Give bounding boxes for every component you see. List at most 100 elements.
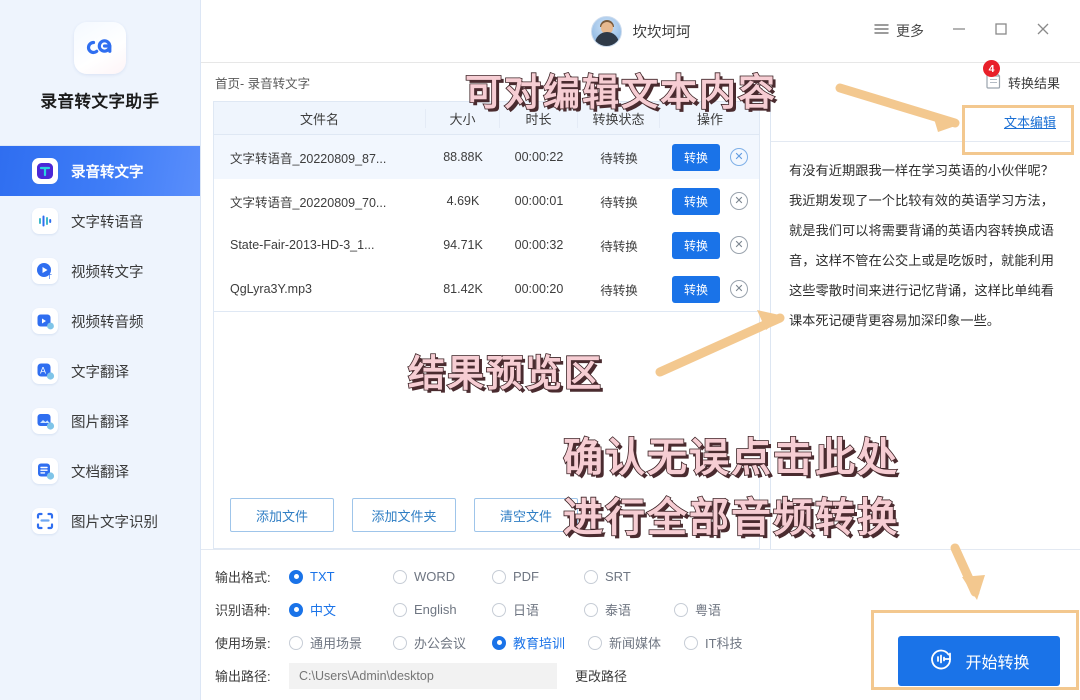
output-format-row: 输出格式: TXT WORD PDF SRT xyxy=(215,560,1080,593)
circle-close-icon[interactable]: ✕ xyxy=(730,236,748,254)
text-edit-link[interactable]: 文本编辑 xyxy=(1004,112,1056,131)
cell-size: 94.71K xyxy=(443,238,483,252)
table-row[interactable]: 文字转语音_20220809_87... 88.88K 00:00:22 待转换… xyxy=(214,135,759,179)
table-header-row: 文件名 大小 时长 转换状态 操作 xyxy=(214,102,759,135)
radio-language-cantonese[interactable]: 粤语 xyxy=(674,600,721,619)
file-action-bar: 添加文件 添加文件夹 清空文件 xyxy=(213,484,760,549)
radio-icon xyxy=(684,635,698,650)
radio-language-english[interactable]: English xyxy=(393,602,492,617)
add-folder-button[interactable]: 添加文件夹 xyxy=(352,498,456,532)
table-row[interactable]: 文字转语音_20220809_70... 4.69K 00:00:01 待转换 … xyxy=(214,179,759,223)
scene-label: 使用场景: xyxy=(215,636,271,651)
more-menu-label: 更多 xyxy=(896,23,924,39)
radio-format-txt[interactable]: TXT xyxy=(289,569,393,584)
cell-status: 待转换 xyxy=(600,195,638,210)
language-label: 识别语种: xyxy=(215,603,271,618)
cell-action: 转换 ✕ xyxy=(660,143,760,171)
convert-button[interactable]: 转换 xyxy=(671,187,720,215)
radio-scene-news[interactable]: 新闻媒体 xyxy=(588,633,684,652)
cell-status: 待转换 xyxy=(600,151,638,166)
radio-label: 通用场景 xyxy=(310,636,363,651)
username-label: 坎坎坷坷 xyxy=(632,24,691,41)
add-file-button[interactable]: 添加文件 xyxy=(230,498,334,532)
start-button-wrap: 开始转换 xyxy=(898,636,1060,686)
convert-circle-icon xyxy=(928,646,954,677)
output-path-input[interactable] xyxy=(289,662,557,689)
table-body: 文字转语音_20220809_87... 88.88K 00:00:22 待转换… xyxy=(214,135,759,312)
radio-icon xyxy=(492,569,506,584)
app-window: 录音转文字助手 录音转文字 文字转语音 T 视频转文字 视频转音频 A 文字翻译… xyxy=(0,0,1080,700)
radio-icon xyxy=(588,635,602,650)
sidebar-item-text-translate[interactable]: A 文字翻译 xyxy=(0,346,200,396)
change-path-link[interactable]: 更改路径 xyxy=(575,666,627,685)
video-audio-icon xyxy=(32,308,58,334)
sidebar-item-label: 图片翻译 xyxy=(71,414,129,431)
user-block[interactable]: 坎坎坷坷 xyxy=(590,15,691,47)
radio-scene-general[interactable]: 通用场景 xyxy=(289,633,393,652)
radio-scene-office[interactable]: 办公会议 xyxy=(393,633,492,652)
output-path-label: 输出路径: xyxy=(215,669,271,684)
radio-language-thai[interactable]: 泰语 xyxy=(584,600,674,619)
radio-label: PDF xyxy=(513,569,539,584)
circle-close-icon[interactable]: ✕ xyxy=(730,148,748,166)
conversion-result-button[interactable]: 4 转换结果 xyxy=(982,60,1066,94)
svg-text:T: T xyxy=(48,274,53,281)
breadcrumb: 首页- 录音转文字 xyxy=(215,76,311,91)
table-row[interactable]: QgLyra3Y.mp3 81.42K 00:00:20 待转换 转换 ✕ xyxy=(214,267,759,311)
app-logo-icon xyxy=(74,22,126,74)
sidebar-item-label: 视频转文字 xyxy=(71,264,144,281)
sidebar-item-label: 文档翻译 xyxy=(71,464,129,481)
more-menu-button[interactable]: 更多 xyxy=(860,14,938,48)
app-brand: 录音转文字助手 xyxy=(0,0,200,146)
close-button[interactable] xyxy=(1022,14,1064,48)
radio-label: 新闻媒体 xyxy=(609,636,662,651)
convert-button[interactable]: 转换 xyxy=(671,143,720,171)
minimize-button[interactable] xyxy=(938,14,980,48)
radio-format-srt[interactable]: SRT xyxy=(584,569,631,584)
preview-toolbar: 文本编辑 xyxy=(771,101,1070,142)
sidebar-item-image-translate[interactable]: 图片翻译 xyxy=(0,396,200,446)
radio-label: WORD xyxy=(414,569,456,584)
output-format-label: 输出格式: xyxy=(215,570,271,585)
cell-filename: QgLyra3Y.mp3 xyxy=(230,282,312,296)
file-table-panel: 文件名 大小 时长 转换状态 操作 文字转语音_20220809_87... 8… xyxy=(201,101,771,549)
radio-language-japanese[interactable]: 日语 xyxy=(492,600,584,619)
cell-size: 88.88K xyxy=(443,150,483,164)
radio-label: TXT xyxy=(310,569,335,584)
hamburger-icon xyxy=(874,22,889,40)
clear-files-button[interactable]: 清空文件 xyxy=(474,498,578,532)
cell-size: 4.69K xyxy=(446,194,480,208)
app-brand-name: 录音转文字助手 xyxy=(40,93,160,111)
sidebar-item-video-to-text[interactable]: T 视频转文字 xyxy=(0,246,200,296)
sidebar-item-text-to-speech[interactable]: 文字转语音 xyxy=(0,196,200,246)
radio-scene-education[interactable]: 教育培训 xyxy=(492,633,588,652)
cell-filename: 文字转语音_20220809_70... xyxy=(230,195,387,210)
maximize-button[interactable] xyxy=(980,14,1022,48)
radio-icon xyxy=(492,602,506,617)
radio-format-word[interactable]: WORD xyxy=(393,569,492,584)
cell-action: 转换 ✕ xyxy=(660,187,760,215)
radio-scene-it[interactable]: IT科技 xyxy=(684,633,743,652)
radio-format-pdf[interactable]: PDF xyxy=(492,569,584,584)
close-icon xyxy=(1035,21,1051,42)
radio-icon xyxy=(393,635,407,650)
sidebar-item-label: 图片文字识别 xyxy=(71,514,158,531)
sidebar-item-label: 文字转语音 xyxy=(71,214,144,231)
circle-close-icon[interactable]: ✕ xyxy=(730,192,748,210)
cell-duration: 00:00:20 xyxy=(514,282,564,296)
file-table: 文件名 大小 时长 转换状态 操作 文字转语音_20220809_87... 8… xyxy=(213,101,760,312)
sidebar-item-video-to-audio[interactable]: 视频转音频 xyxy=(0,296,200,346)
table-row[interactable]: State-Fair-2013-HD-3_1... 94.71K 00:00:3… xyxy=(214,223,759,267)
radio-label: 日语 xyxy=(513,603,540,618)
cell-action: 转换 ✕ xyxy=(660,231,760,259)
sidebar-item-ocr[interactable]: 图片文字识别 xyxy=(0,496,200,546)
circle-close-icon[interactable]: ✕ xyxy=(730,280,748,298)
convert-button[interactable]: 转换 xyxy=(671,231,720,259)
sidebar-item-document-translate[interactable]: 文档翻译 xyxy=(0,446,200,496)
start-conversion-button[interactable]: 开始转换 xyxy=(898,636,1060,686)
table-empty-space xyxy=(213,312,760,484)
radio-language-chinese[interactable]: 中文 xyxy=(289,600,393,619)
sidebar-item-audio-to-text[interactable]: 录音转文字 xyxy=(0,146,200,196)
cell-duration: 00:00:32 xyxy=(514,238,564,252)
convert-button[interactable]: 转换 xyxy=(671,275,720,303)
